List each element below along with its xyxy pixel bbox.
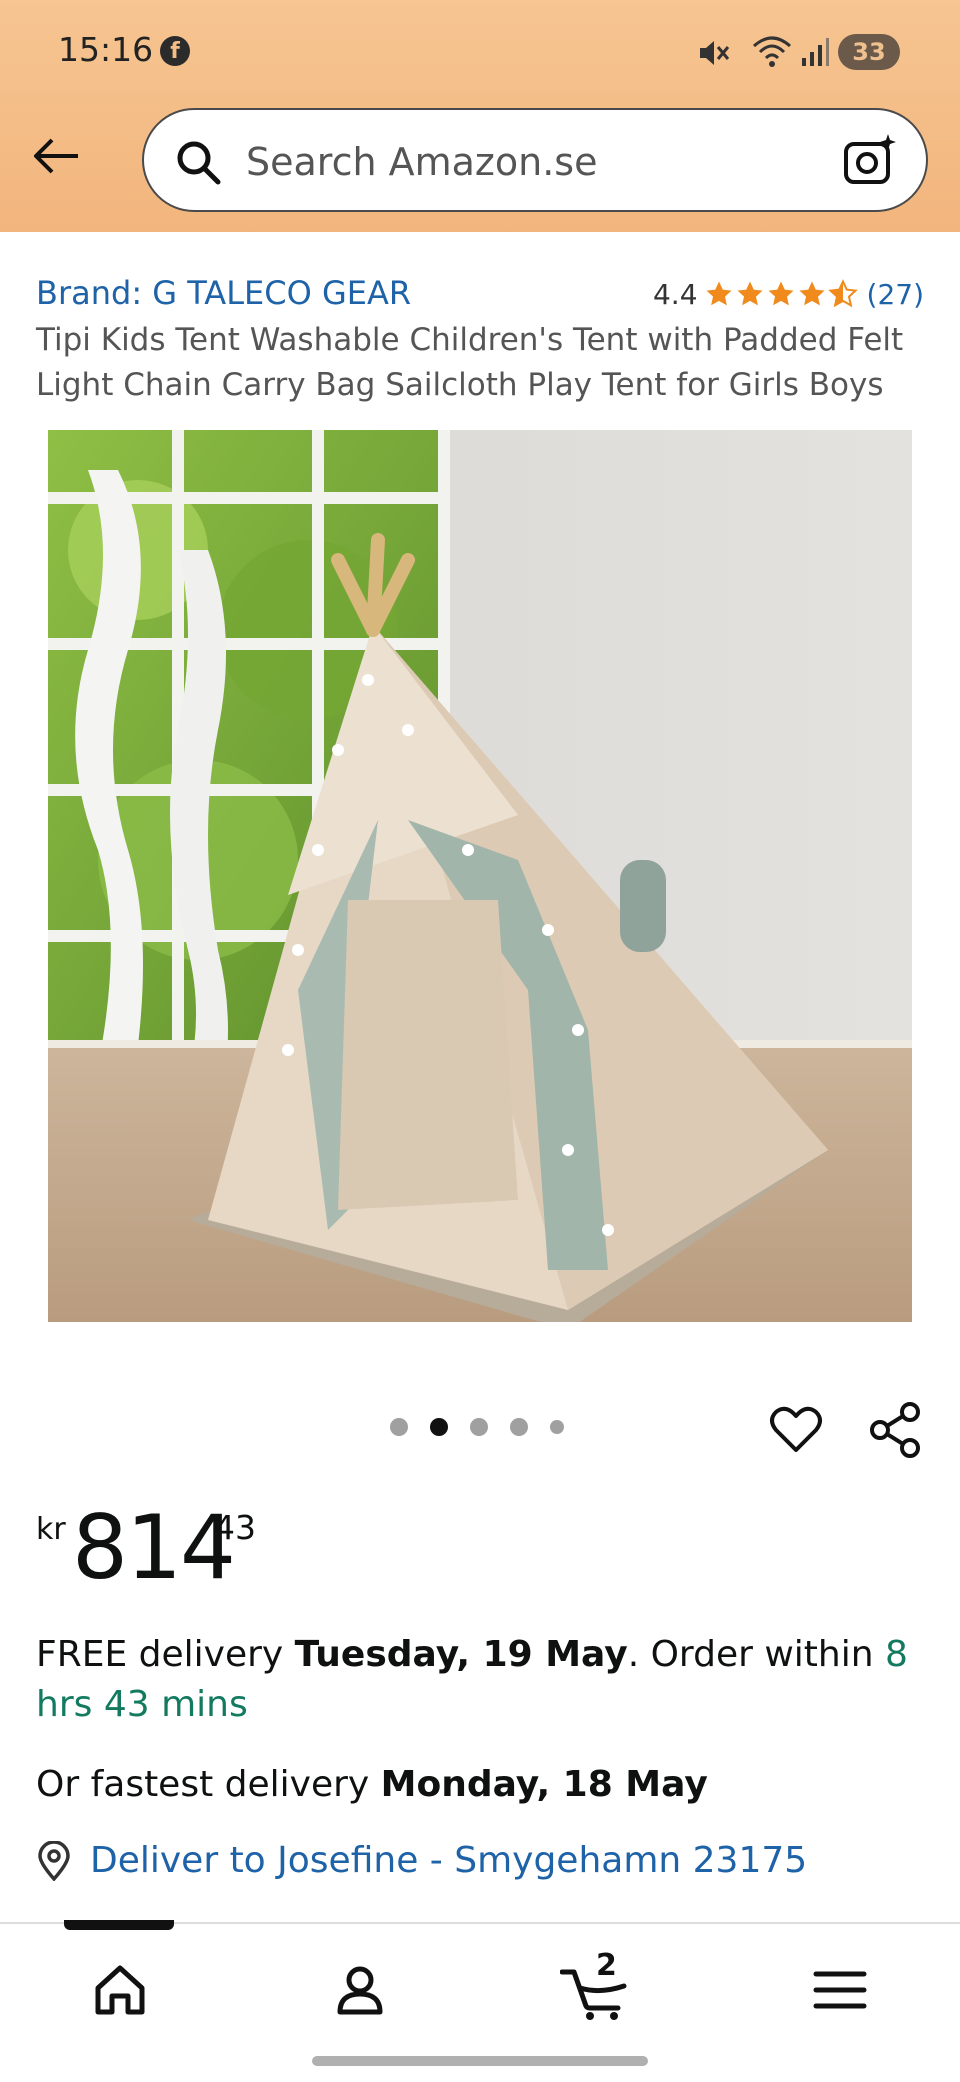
active-tab-indicator bbox=[64, 1920, 174, 1930]
camera-search-icon[interactable] bbox=[842, 132, 900, 190]
facebook-notification-icon: f bbox=[160, 36, 190, 66]
wifi-icon bbox=[753, 36, 791, 67]
brand-link[interactable]: Brand: G TALECO GEAR bbox=[36, 274, 411, 312]
fastest-delivery: Or fastest delivery Monday, 18 May bbox=[36, 1760, 926, 1810]
search-input[interactable] bbox=[246, 134, 806, 190]
cart-count: 2 bbox=[596, 1948, 617, 1983]
share-icon[interactable] bbox=[866, 1400, 926, 1460]
status-time: 15:16 bbox=[58, 30, 154, 69]
signal-icon bbox=[802, 38, 829, 66]
fastest-prefix: Or fastest delivery bbox=[36, 1764, 381, 1805]
back-arrow-icon[interactable] bbox=[30, 130, 82, 182]
status-bar: 15:16 f 33 bbox=[0, 0, 960, 104]
product-image[interactable] bbox=[48, 430, 912, 1322]
star-full-icon bbox=[706, 281, 732, 306]
carousel-dot-active[interactable] bbox=[430, 1418, 448, 1436]
home-icon[interactable] bbox=[90, 1960, 150, 2020]
price-currency: kr bbox=[36, 1512, 66, 1547]
star-full-icon bbox=[737, 281, 763, 306]
star-full-icon bbox=[768, 281, 794, 306]
wishlist-heart-icon[interactable] bbox=[768, 1402, 824, 1458]
cart-button[interactable]: 2 bbox=[559, 1948, 627, 2020]
gesture-navigation-bar[interactable] bbox=[312, 2056, 648, 2066]
account-icon[interactable] bbox=[330, 1960, 390, 2020]
carousel-dot[interactable] bbox=[550, 1420, 564, 1434]
price-fraction: 43 bbox=[214, 1508, 256, 1547]
delivery-prefix: FREE delivery bbox=[36, 1634, 295, 1675]
delivery-date: Tuesday, 19 May bbox=[294, 1634, 628, 1675]
carousel-dot[interactable] bbox=[390, 1418, 408, 1436]
star-rating bbox=[704, 279, 859, 309]
delivery-middle: . Order within bbox=[627, 1634, 885, 1675]
review-count-link[interactable]: (27) bbox=[867, 278, 924, 311]
rating-value: 4.4 bbox=[652, 277, 698, 311]
search-bar[interactable] bbox=[142, 108, 928, 212]
deliver-to-text[interactable]: Deliver to Josefine - Smygehamn 23175 bbox=[90, 1840, 807, 1881]
menu-icon[interactable] bbox=[810, 1960, 870, 2020]
location-pin-icon bbox=[38, 1840, 70, 1881]
fastest-date: Monday, 18 May bbox=[380, 1764, 708, 1805]
deliver-to-link[interactable]: Deliver to Josefine - Smygehamn 23175 bbox=[36, 1840, 807, 1881]
mute-icon bbox=[700, 41, 730, 65]
product-title: Tipi Kids Tent Washable Children's Tent … bbox=[36, 322, 904, 403]
rating-summary[interactable]: 4.4 (27) bbox=[653, 274, 924, 314]
carousel-dot[interactable] bbox=[470, 1418, 488, 1436]
price-whole: 814 bbox=[72, 1496, 236, 1599]
image-carousel-dots[interactable] bbox=[390, 1418, 586, 1436]
search-icon bbox=[177, 141, 221, 185]
star-full-icon bbox=[799, 281, 825, 306]
battery-indicator: 33 bbox=[838, 34, 900, 70]
app-header: 15:16 f 33 bbox=[0, 0, 960, 232]
star-half-icon bbox=[827, 279, 858, 308]
delivery-info: FREE delivery Tuesday, 19 May. Order wit… bbox=[36, 1630, 926, 1730]
carousel-dot[interactable] bbox=[510, 1418, 528, 1436]
